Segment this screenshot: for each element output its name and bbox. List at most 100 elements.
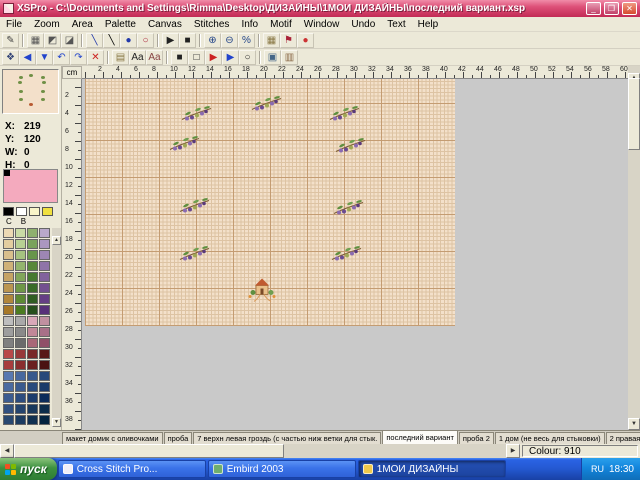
palette-swatch[interactable] <box>3 338 14 348</box>
mini-swatch[interactable] <box>16 207 27 216</box>
palette-swatch[interactable] <box>3 349 14 359</box>
palette-swatch[interactable] <box>15 371 26 381</box>
menu-window[interactable]: Window <box>298 18 346 31</box>
palette-swatch[interactable] <box>15 272 26 282</box>
palette-swatch[interactable] <box>27 404 38 414</box>
flag-tool[interactable]: ⚑ <box>280 33 297 48</box>
motif-olive-branch[interactable] <box>334 137 368 162</box>
text-tool[interactable]: Aa <box>129 50 146 65</box>
design-tab[interactable]: проба 2 <box>459 432 494 444</box>
motif-olive-branch[interactable] <box>250 95 284 120</box>
back-tool[interactable]: ▶ <box>222 50 239 65</box>
palette-swatch[interactable] <box>27 338 38 348</box>
horizontal-scrollbar[interactable]: ◀ ▶ <box>0 444 520 458</box>
motif-olive-branch[interactable] <box>178 197 212 222</box>
palette-swatch[interactable] <box>39 316 50 326</box>
palette-swatch[interactable] <box>3 261 14 271</box>
pencil-tool[interactable]: ✎ <box>2 33 19 48</box>
forward-tool[interactable]: ▶ <box>205 50 222 65</box>
palette-swatch[interactable] <box>3 294 14 304</box>
palette-swatch[interactable] <box>27 382 38 392</box>
palette-swatch[interactable] <box>27 250 38 260</box>
palette-swatch[interactable] <box>3 250 14 260</box>
palette-swatch[interactable] <box>27 316 38 326</box>
mirror-vertical-tool[interactable]: ▼ <box>36 50 53 65</box>
palette-swatch[interactable] <box>3 415 14 425</box>
motif-olive-branch[interactable] <box>330 245 364 270</box>
palette-swatch[interactable] <box>15 250 26 260</box>
palette-swatch[interactable] <box>39 404 50 414</box>
scroll-right-icon[interactable]: ▶ <box>506 444 520 458</box>
palette-swatch[interactable] <box>39 250 50 260</box>
dark-fabric-toggle[interactable]: ■ <box>171 50 188 65</box>
palette-swatch[interactable] <box>39 261 50 271</box>
palette-swatch[interactable] <box>15 261 26 271</box>
mini-swatch[interactable] <box>29 207 40 216</box>
palette-swatch[interactable] <box>15 316 26 326</box>
design-tab[interactable]: последний вариант <box>382 430 458 444</box>
close-button[interactable]: ✕ <box>622 2 637 15</box>
delete-tool[interactable]: ✕ <box>87 50 104 65</box>
color-picker-tool[interactable]: ● <box>297 33 314 48</box>
palette-swatch[interactable] <box>15 338 26 348</box>
vertical-scrollbar[interactable]: ▲ ▼ <box>628 66 640 430</box>
menu-area[interactable]: Area <box>66 18 99 31</box>
motif-olive-branch[interactable] <box>168 135 202 160</box>
palette-swatch[interactable] <box>39 305 50 315</box>
palette-scroll-down-icon[interactable]: ▼ <box>52 418 61 427</box>
palette-swatch[interactable] <box>39 382 50 392</box>
motif-olive-branch[interactable] <box>332 199 366 224</box>
palette-swatch[interactable] <box>39 371 50 381</box>
design-tab[interactable]: 2 правая ниж гр. <box>606 432 640 444</box>
rotate-right-tool[interactable]: ↷ <box>70 50 87 65</box>
palette-swatch[interactable] <box>39 294 50 304</box>
palette-swatch[interactable] <box>39 272 50 282</box>
quarter-stitch-tool[interactable]: ◪ <box>61 33 78 48</box>
menu-text[interactable]: Text <box>381 18 411 31</box>
horizontal-scroll-thumb[interactable] <box>14 444 284 458</box>
palette-swatch[interactable] <box>39 239 50 249</box>
palette-swatch[interactable] <box>27 239 38 249</box>
palette-swatch[interactable] <box>15 283 26 293</box>
palette-swatch[interactable] <box>39 283 50 293</box>
motif-house[interactable] <box>245 275 279 308</box>
library-tool[interactable]: ▥ <box>281 50 298 65</box>
palette-swatch[interactable] <box>3 228 14 238</box>
zoom-out-tool[interactable]: ⊖ <box>221 33 238 48</box>
palette-swatch[interactable] <box>15 349 26 359</box>
palette-swatch[interactable] <box>15 360 26 370</box>
scroll-down-icon[interactable]: ▼ <box>628 418 640 430</box>
taskbar-task[interactable]: Embird 2003 <box>208 460 356 478</box>
menu-stitches[interactable]: Stitches <box>188 18 236 31</box>
palette-swatch[interactable] <box>15 382 26 392</box>
palette-swatch[interactable] <box>15 294 26 304</box>
palette-scroll-up-icon[interactable]: ▲ <box>52 236 61 245</box>
mini-swatch[interactable] <box>42 207 53 216</box>
bead-tool[interactable]: ○ <box>137 33 154 48</box>
palette-swatch[interactable] <box>39 393 50 403</box>
french-knot-tool[interactable]: ● <box>120 33 137 48</box>
taskbar-task[interactable]: 1МОИ ДИЗАЙНЫ <box>358 460 506 478</box>
palette-swatch[interactable] <box>3 305 14 315</box>
menu-motif[interactable]: Motif <box>264 18 298 31</box>
stitch-grid-canvas[interactable] <box>85 79 455 326</box>
minimize-button[interactable]: _ <box>586 2 601 15</box>
palette-swatch[interactable] <box>27 393 38 403</box>
language-indicator[interactable]: RU <box>591 464 604 474</box>
clock[interactable]: 18:30 <box>609 464 634 475</box>
motif-olive-branch[interactable] <box>178 245 212 270</box>
palette-swatch[interactable] <box>3 316 14 326</box>
palette-swatch[interactable] <box>15 393 26 403</box>
scroll-left-icon[interactable]: ◀ <box>0 444 14 458</box>
zoom-percent-tool[interactable]: % <box>238 33 255 48</box>
current-color-swatch[interactable] <box>3 169 58 203</box>
maximize-button[interactable]: ❐ <box>604 2 619 15</box>
half-stitch-tool[interactable]: ◩ <box>44 33 61 48</box>
palette-swatch[interactable] <box>3 239 14 249</box>
zoom-in-tool[interactable]: ⊕ <box>204 33 221 48</box>
motif-olive-branch[interactable] <box>328 105 362 130</box>
menu-zoom[interactable]: Zoom <box>28 18 66 31</box>
palette-swatch[interactable] <box>27 349 38 359</box>
design-preview[interactable] <box>2 69 59 114</box>
rotate-left-tool[interactable]: ↶ <box>53 50 70 65</box>
